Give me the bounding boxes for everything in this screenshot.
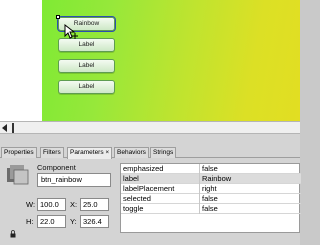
tab-properties[interactable]: Properties <box>1 147 37 158</box>
scroll-thumb[interactable] <box>12 123 14 133</box>
param-row-label[interactable]: label Rainbow <box>121 174 301 184</box>
instance-name-input[interactable]: btn_rainbow <box>37 173 111 187</box>
lock-icon[interactable] <box>10 230 16 238</box>
stage[interactable]: Rainbow Label Label Label <box>0 0 300 121</box>
param-name: label <box>123 174 139 183</box>
param-name: emphasized <box>123 164 164 173</box>
param-name: labelPlacement <box>123 184 175 193</box>
param-value[interactable]: Rainbow <box>202 174 231 183</box>
height-label: H: <box>26 217 34 226</box>
param-value[interactable]: right <box>202 184 217 193</box>
selection-handle[interactable] <box>56 15 60 19</box>
tab-parameters[interactable]: Parameters × <box>67 147 113 159</box>
properties-panel: Properties Filters Parameters × Behavior… <box>0 134 301 245</box>
label-button-2[interactable]: Label <box>58 59 115 73</box>
component-area: Component btn_rainbow W: 100.0 X: 25.0 H… <box>0 159 120 245</box>
horizontal-scrollbar[interactable] <box>0 121 300 134</box>
parameters-grid: emphasized false label Rainbow labelPlac… <box>120 163 301 233</box>
width-field[interactable]: 100.0 <box>37 198 66 211</box>
component-type-label: Component <box>37 163 76 172</box>
x-field[interactable]: 25.0 <box>80 198 109 211</box>
move-cursor-icon <box>64 24 78 39</box>
tab-behaviors[interactable]: Behaviors <box>114 147 149 158</box>
width-label: W: <box>26 200 36 209</box>
param-name: selected <box>123 194 151 203</box>
panel-tabs: Properties Filters Parameters × Behavior… <box>0 147 300 159</box>
label-button-3[interactable]: Label <box>58 80 115 94</box>
param-name: toggle <box>123 204 144 213</box>
tab-filters[interactable]: Filters <box>40 147 64 158</box>
height-field[interactable]: 22.0 <box>37 215 66 228</box>
param-value[interactable]: false <box>202 204 218 213</box>
y-label: Y: <box>70 217 77 226</box>
y-field[interactable]: 326.4 <box>80 215 109 228</box>
param-row-labelplacement[interactable]: labelPlacement right <box>121 184 301 194</box>
stage-canvas[interactable]: Rainbow Label Label Label <box>42 0 300 121</box>
label-button-1[interactable]: Label <box>58 38 115 52</box>
scroll-left-arrow-icon[interactable] <box>2 124 7 132</box>
x-label: X: <box>70 200 78 209</box>
param-row-toggle[interactable]: toggle false <box>121 204 301 214</box>
component-icon <box>7 165 29 185</box>
param-value[interactable]: false <box>202 194 218 203</box>
param-row-emphasized[interactable]: emphasized false <box>121 164 301 174</box>
param-row-selected[interactable]: selected false <box>121 194 301 204</box>
param-value[interactable]: false <box>202 164 218 173</box>
tab-strings[interactable]: Strings <box>150 147 177 158</box>
